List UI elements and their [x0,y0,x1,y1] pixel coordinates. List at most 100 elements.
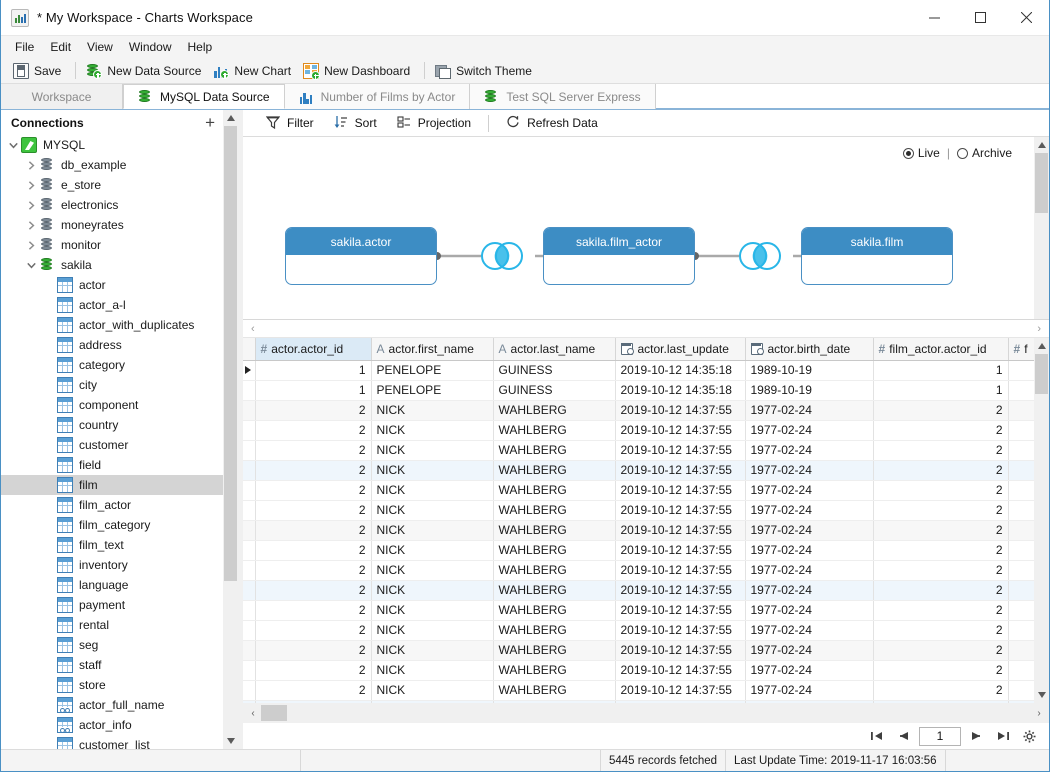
table-cell[interactable] [1008,660,1034,681]
table-row[interactable]: 2NICKWAHLBERG2019-10-12 14:37:551977-02-… [243,580,1034,601]
table-cell[interactable]: NICK [371,500,494,521]
table-cell[interactable]: NICK [371,620,494,641]
tree-item-seg[interactable]: seg [1,635,223,655]
table-cell[interactable]: 1977-02-24 [745,460,874,481]
table-row[interactable]: 2NICKWAHLBERG2019-10-12 14:37:551977-02-… [243,560,1034,581]
table-cell[interactable]: 1 [255,380,372,401]
tree-item-actor-full-name[interactable]: actor_full_name [1,695,223,715]
table-cell[interactable] [1008,360,1034,381]
table-cell[interactable]: 1977-02-24 [745,440,874,461]
table-row[interactable]: 2NICKWAHLBERG2019-10-12 14:37:551977-02-… [243,460,1034,481]
tree-item-address[interactable]: address [1,335,223,355]
table-cell[interactable] [1008,620,1034,641]
table-cell[interactable] [1008,580,1034,601]
switch-theme-button[interactable]: Switch Theme [431,61,540,81]
tree-chevron-icon[interactable] [23,240,39,250]
table-cell[interactable]: NICK [371,560,494,581]
table-cell[interactable]: NICK [371,600,494,621]
row-indicator[interactable] [243,480,256,501]
connections-tree[interactable]: MYSQL db_example e_store electronics moneyra… [1,135,223,749]
table-cell[interactable]: 2019-10-12 14:37:55 [615,440,746,461]
table-cell[interactable]: 1977-02-24 [745,620,874,641]
table-cell[interactable]: NICK [371,400,494,421]
tree-chevron-icon[interactable] [23,262,39,269]
table-cell[interactable]: WAHLBERG [493,520,616,541]
tree-item-category[interactable]: category [1,355,223,375]
table-cell[interactable]: 2 [873,400,1009,421]
table-cell[interactable] [1008,540,1034,561]
previous-page-icon[interactable] [893,727,913,745]
sidebar-scrollbar[interactable] [223,110,238,749]
column-header-actor-actor-id[interactable]: # actor.actor_id [255,338,372,361]
table-cell[interactable]: 2 [255,560,372,581]
table-cell[interactable]: 2019-10-12 14:35:18 [615,380,746,401]
tree-item-electronics[interactable]: electronics [1,195,223,215]
save-button[interactable]: Save [9,61,69,81]
table-cell[interactable]: 2 [873,620,1009,641]
table-row[interactable]: 2NICKWAHLBERG2019-10-12 14:37:551977-02-… [243,500,1034,521]
table-cell[interactable]: 1 [255,360,372,381]
table-cell[interactable]: 2019-10-12 14:37:55 [615,560,746,581]
grid-scroll-thumb[interactable] [1035,354,1048,394]
row-indicator[interactable] [243,700,256,703]
row-indicator[interactable] [243,380,256,401]
table-cell[interactable]: WAHLBERG [493,500,616,521]
diagram-node-actor[interactable]: sakila.actor [285,227,437,285]
table-cell[interactable]: 2 [255,500,372,521]
tree-item-film-category[interactable]: film_category [1,515,223,535]
tree-chevron-icon[interactable] [23,220,39,230]
tree-item-customer-list[interactable]: customer_list [1,735,223,749]
tree-item-rental[interactable]: rental [1,615,223,635]
table-cell[interactable]: 2 [255,580,372,601]
tree-item-film[interactable]: film [1,475,223,495]
table-cell[interactable]: 2 [255,400,372,421]
new-data-source-button[interactable]: New Data Source [82,61,209,81]
table-cell[interactable]: 2 [873,600,1009,621]
table-cell[interactable]: 2 [873,660,1009,681]
table-cell[interactable]: 1989-10-19 [745,380,874,401]
table-cell[interactable]: 2 [873,500,1009,521]
tree-item-film-actor[interactable]: film_actor [1,495,223,515]
table-cell[interactable]: 1977-02-24 [745,480,874,501]
table-row[interactable]: 2NICKWAHLBERG2019-10-12 14:37:551977-02-… [243,540,1034,561]
table-cell[interactable]: 2019-10-12 14:37:55 [615,460,746,481]
tree-item-actor-info[interactable]: actor_info [1,715,223,735]
table-cell[interactable]: 2 [255,640,372,661]
table-cell[interactable]: 2019-10-12 14:37:55 [615,480,746,501]
tab-workspace[interactable]: Workspace [1,84,123,109]
grid-horizontal-scrollbar[interactable]: ‹ › [243,703,1049,723]
maximize-icon[interactable] [957,0,1003,35]
column-header-actor-first-name[interactable]: Aactor.first_name [371,338,494,361]
diagram-node-film[interactable]: sakila.film [801,227,953,285]
table-row[interactable]: 1 PENELOPE GUINESS 2019-10-12 14:35:18 1989-… [243,360,1034,381]
table-cell[interactable]: 2 [255,480,372,501]
row-indicator[interactable] [243,420,256,441]
table-cell[interactable] [1008,500,1034,521]
table-cell[interactable]: 1977-02-24 [745,680,874,701]
table-row[interactable]: 2NICKWAHLBERG2019-10-12 14:37:551977-02-… [243,600,1034,621]
row-indicator[interactable] [243,520,256,541]
row-indicator[interactable] [243,640,256,661]
sort-button[interactable]: Sort [325,113,386,133]
table-cell[interactable]: NICK [371,640,494,661]
row-indicator[interactable] [243,660,256,681]
table-cell[interactable]: 2019-10-12 14:37:55 [615,520,746,541]
table-cell[interactable]: WAHLBERG [493,420,616,441]
first-page-icon[interactable] [867,727,887,745]
table-cell[interactable] [1008,460,1034,481]
next-page-icon[interactable] [967,727,987,745]
table-cell[interactable]: 2019-10-12 14:37:55 [615,500,746,521]
table-cell[interactable]: NICK [371,420,494,441]
table-cell[interactable]: GUINESS [493,380,616,401]
row-indicator[interactable] [243,360,256,381]
grid-scroll-track[interactable] [1034,354,1049,687]
refresh-data-button[interactable]: Refresh Data [497,113,607,133]
row-indicator[interactable] [243,620,256,641]
diagram-scroll-up-icon[interactable] [1037,137,1046,153]
table-cell[interactable]: 1989-10-19 [745,360,874,381]
table-cell[interactable]: 1977-02-24 [745,500,874,521]
tree-item-field[interactable]: field [1,455,223,475]
table-cell[interactable]: WAHLBERG [493,580,616,601]
tree-item-inventory[interactable]: inventory [1,555,223,575]
row-indicator[interactable] [243,600,256,621]
